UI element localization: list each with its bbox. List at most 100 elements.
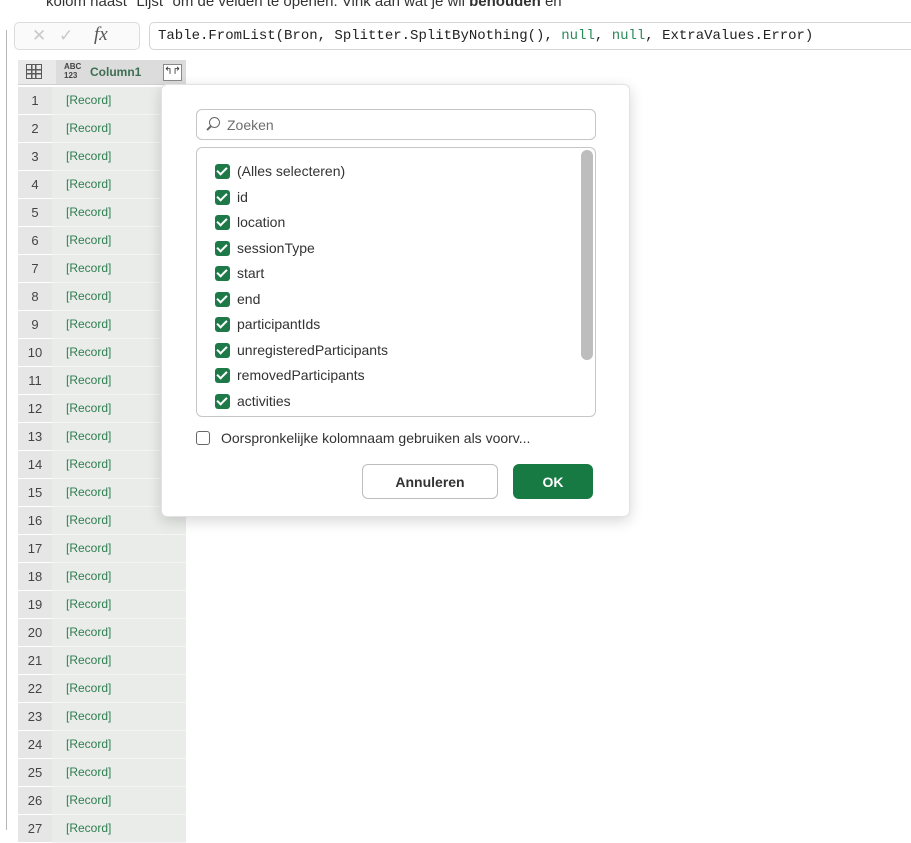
ok-button[interactable]: OK xyxy=(513,464,593,499)
cancel-button[interactable]: Annuleren xyxy=(362,464,498,499)
fx-icon[interactable]: fx xyxy=(94,24,108,46)
search-box[interactable] xyxy=(196,109,596,140)
record-link[interactable]: [Record] xyxy=(66,821,111,835)
record-cell[interactable]: [Record] xyxy=(52,619,186,647)
record-link[interactable]: [Record] xyxy=(66,541,111,555)
table-row: 22 [Record] xyxy=(18,675,186,703)
row-number[interactable]: 23 xyxy=(18,703,52,730)
row-number[interactable]: 16 xyxy=(18,507,52,534)
field-label: unregisteredParticipants xyxy=(237,341,388,358)
record-link[interactable]: [Record] xyxy=(66,149,111,163)
record-link[interactable]: [Record] xyxy=(66,709,111,723)
row-number[interactable]: 21 xyxy=(18,647,52,674)
checkbox-checked-icon[interactable] xyxy=(215,317,230,332)
row-number[interactable]: 13 xyxy=(18,423,52,450)
record-link[interactable]: [Record] xyxy=(66,625,111,639)
expand-column-button[interactable]: ↰↱ xyxy=(163,64,182,81)
record-link[interactable]: [Record] xyxy=(66,401,111,415)
record-cell[interactable]: [Record] xyxy=(52,535,186,563)
record-cell[interactable]: [Record] xyxy=(52,591,186,619)
record-link[interactable]: [Record] xyxy=(66,681,111,695)
field-label: participantIds xyxy=(237,316,321,332)
checkbox-checked-icon[interactable] xyxy=(215,266,230,281)
record-link[interactable]: [Record] xyxy=(66,429,111,443)
row-number[interactable]: 5 xyxy=(18,199,52,226)
record-link[interactable]: [Record] xyxy=(66,93,111,107)
record-link[interactable]: [Record] xyxy=(66,233,111,247)
record-link[interactable]: [Record] xyxy=(66,597,111,611)
record-link[interactable]: [Record] xyxy=(66,653,111,667)
field-label: removedParticipants xyxy=(237,367,365,383)
row-number[interactable]: 9 xyxy=(18,311,52,338)
record-link[interactable]: [Record] xyxy=(66,485,111,499)
checkbox-checked-icon[interactable] xyxy=(215,291,230,307)
row-number[interactable]: 27 xyxy=(18,815,52,842)
row-number[interactable]: 18 xyxy=(18,563,52,590)
formula-bar: ✕ ✓ fx Table.FromList(Bron, Splitter.Spl… xyxy=(14,22,911,50)
record-link[interactable]: [Record] xyxy=(66,457,111,471)
row-number[interactable]: 2 xyxy=(18,115,52,142)
record-link[interactable]: [Record] xyxy=(66,261,111,275)
field-label: end xyxy=(237,290,261,307)
field-label: location xyxy=(237,214,286,230)
record-link[interactable]: [Record] xyxy=(66,205,111,219)
checkbox-checked-icon[interactable] xyxy=(215,342,230,358)
row-number[interactable]: 17 xyxy=(18,535,52,562)
row-number[interactable]: 10 xyxy=(18,339,52,366)
record-cell[interactable]: [Record] xyxy=(52,731,186,759)
confirm-formula-icon[interactable]: ✓ xyxy=(59,26,73,46)
row-number[interactable]: 24 xyxy=(18,731,52,758)
row-number[interactable]: 20 xyxy=(18,619,52,646)
record-cell[interactable]: [Record] xyxy=(52,787,186,815)
checkbox-checked-icon[interactable] xyxy=(215,240,230,256)
row-number[interactable]: 14 xyxy=(18,451,52,478)
row-number[interactable]: 7 xyxy=(18,255,52,282)
record-link[interactable]: [Record] xyxy=(66,317,111,331)
record-cell[interactable]: [Record] xyxy=(52,815,186,843)
checkbox-checked-icon[interactable] xyxy=(215,189,230,205)
row-number[interactable]: 1 xyxy=(18,87,52,114)
list-scrollbar[interactable] xyxy=(581,150,593,360)
record-cell[interactable]: [Record] xyxy=(52,675,186,703)
row-number[interactable]: 3 xyxy=(18,143,52,170)
row-number[interactable]: 4 xyxy=(18,171,52,198)
checkbox-checked-icon[interactable] xyxy=(215,393,230,409)
row-number[interactable]: 8 xyxy=(18,283,52,310)
record-link[interactable]: [Record] xyxy=(66,289,111,303)
search-input[interactable] xyxy=(225,116,589,134)
record-link[interactable]: [Record] xyxy=(66,513,111,527)
record-link[interactable]: [Record] xyxy=(66,345,111,359)
record-link[interactable]: [Record] xyxy=(66,373,111,387)
row-number[interactable]: 11 xyxy=(18,367,52,394)
record-link[interactable]: [Record] xyxy=(66,765,111,779)
cancel-formula-icon[interactable]: ✕ xyxy=(32,26,46,46)
row-number[interactable]: 12 xyxy=(18,395,52,422)
record-link[interactable]: [Record] xyxy=(66,737,111,751)
record-cell[interactable]: [Record] xyxy=(52,647,186,675)
row-number[interactable]: 6 xyxy=(18,227,52,254)
record-link[interactable]: [Record] xyxy=(66,121,111,135)
row-number[interactable]: 22 xyxy=(18,675,52,702)
record-cell[interactable]: [Record] xyxy=(52,759,186,787)
record-cell[interactable]: [Record] xyxy=(52,703,186,731)
checkbox-checked-icon[interactable] xyxy=(215,368,230,383)
type-icon-top: ABC xyxy=(64,62,82,71)
table-menu-button[interactable] xyxy=(18,60,56,85)
any-type-icon[interactable]: ABC 123 xyxy=(64,62,81,80)
row-number[interactable]: 25 xyxy=(18,759,52,786)
column-header[interactable]: ABC 123 Column1 ↰↱ xyxy=(56,60,186,85)
table-row: 23 [Record] xyxy=(18,703,186,731)
checkbox-checked-icon[interactable] xyxy=(215,215,230,230)
record-link[interactable]: [Record] xyxy=(66,569,111,583)
formula-input[interactable]: Table.FromList(Bron, Splitter.SplitByNot… xyxy=(149,22,911,50)
record-link[interactable]: [Record] xyxy=(66,177,111,191)
field-label: start xyxy=(237,265,265,281)
prefix-checkbox[interactable] xyxy=(196,431,210,445)
row-number[interactable]: 15 xyxy=(18,479,52,506)
row-number[interactable]: 26 xyxy=(18,787,52,814)
record-link[interactable]: [Record] xyxy=(66,793,111,807)
record-cell[interactable]: [Record] xyxy=(52,563,186,591)
row-number[interactable]: 19 xyxy=(18,591,52,618)
formula-text: Table.FromList(Bron, Splitter.SplitByNot… xyxy=(158,28,562,44)
checkbox-checked-icon[interactable] xyxy=(215,164,230,179)
